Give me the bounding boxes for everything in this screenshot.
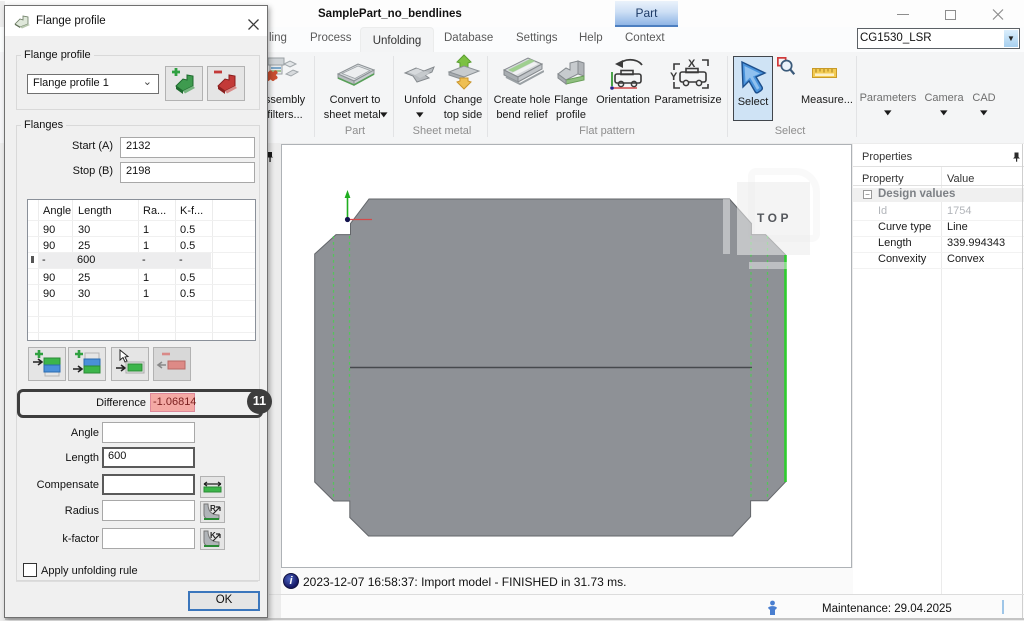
svg-text:Y: Y (670, 71, 678, 83)
